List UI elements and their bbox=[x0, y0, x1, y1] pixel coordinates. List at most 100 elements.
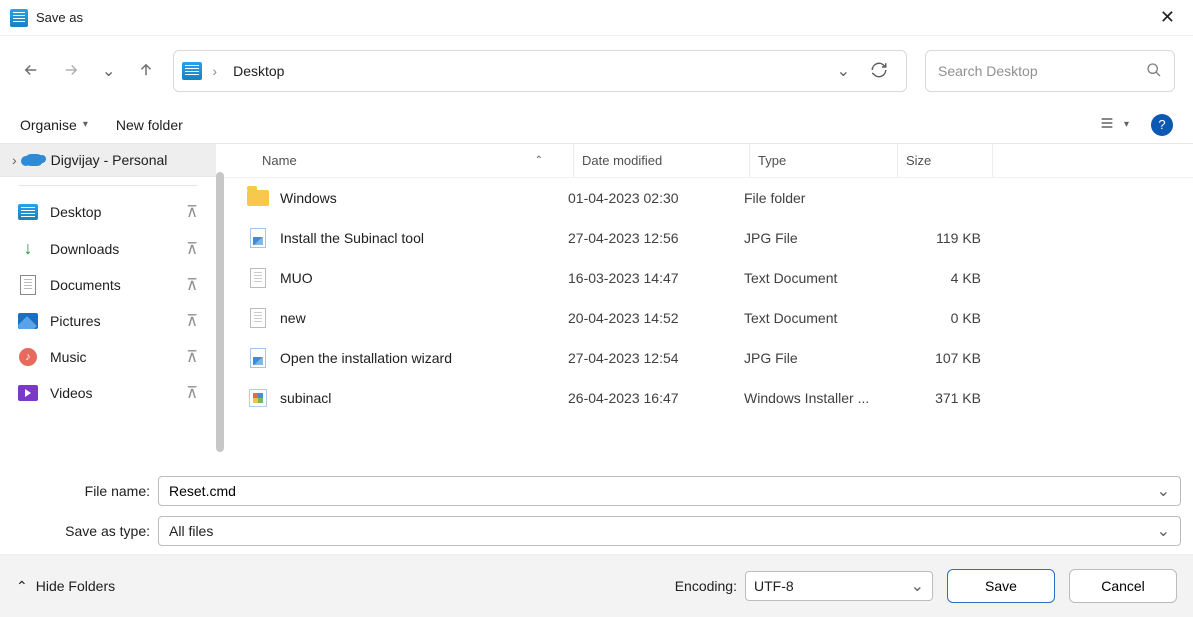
sidebar-scrollbar[interactable] bbox=[216, 172, 224, 452]
close-button[interactable]: ✕ bbox=[1152, 3, 1183, 32]
file-name: Windows bbox=[280, 190, 568, 206]
sidebar-item-label: Digvijay - Personal bbox=[51, 152, 168, 168]
pictures-icon bbox=[18, 313, 38, 329]
dialog-footer: ⌃ Hide Folders Encoding: UTF-8 ⌄ Save Ca… bbox=[0, 554, 1193, 617]
command-bar: Organise▾ New folder ▾ ? bbox=[0, 106, 1193, 144]
sidebar-quick-access: Desktop ⊼ ↓ Downloads ⊼ Documents ⊼ Pict… bbox=[0, 194, 216, 462]
column-header-name[interactable]: Name⌃ bbox=[254, 144, 574, 177]
sidebar-item-desktop[interactable]: Desktop ⊼ bbox=[0, 194, 216, 230]
sidebar-item-videos[interactable]: Videos ⊼ bbox=[0, 375, 216, 411]
file-type: Text Document bbox=[744, 270, 892, 286]
savetype-value: All files bbox=[169, 523, 1157, 539]
music-icon: ♪ bbox=[19, 348, 37, 366]
installer-file-icon bbox=[249, 389, 267, 407]
sidebar-item-onedrive[interactable]: › Digvijay - Personal bbox=[0, 144, 216, 177]
file-date: 20-04-2023 14:52 bbox=[568, 310, 744, 326]
breadcrumb-separator-icon: › bbox=[208, 61, 221, 81]
file-row[interactable]: MUO 16-03-2023 14:47 Text Document 4 KB bbox=[224, 258, 1193, 298]
column-header-type[interactable]: Type bbox=[750, 144, 898, 177]
forward-button[interactable] bbox=[62, 61, 80, 82]
file-date: 26-04-2023 16:47 bbox=[568, 390, 744, 406]
file-name: subinacl bbox=[280, 390, 568, 406]
filename-label: File name: bbox=[12, 483, 150, 499]
jpg-file-icon bbox=[250, 348, 266, 368]
savetype-field[interactable]: All files ⌄ bbox=[158, 516, 1181, 546]
save-button[interactable]: Save bbox=[947, 569, 1055, 603]
breadcrumb-desktop[interactable]: Desktop bbox=[229, 61, 288, 81]
file-rows: Windows 01-04-2023 02:30 File folder Ins… bbox=[224, 178, 1193, 462]
column-header-date[interactable]: Date modified bbox=[574, 144, 750, 177]
sidebar-item-label: Documents bbox=[50, 277, 121, 293]
onedrive-icon bbox=[25, 154, 43, 166]
hide-folders-button[interactable]: ⌃ Hide Folders bbox=[16, 578, 115, 595]
help-button[interactable]: ? bbox=[1151, 114, 1173, 136]
list-view-icon bbox=[1098, 115, 1116, 134]
chevron-down-icon: ▾ bbox=[1124, 119, 1129, 130]
file-type: JPG File bbox=[744, 350, 892, 366]
file-type: Text Document bbox=[744, 310, 892, 326]
sidebar: › Digvijay - Personal Desktop ⊼ ↓ Downlo… bbox=[0, 144, 216, 462]
file-size: 0 KB bbox=[892, 310, 987, 326]
chevron-down-icon[interactable]: ⌄ bbox=[1157, 481, 1170, 501]
view-options-button[interactable]: ▾ bbox=[1098, 115, 1129, 134]
jpg-file-icon bbox=[250, 228, 266, 248]
sidebar-item-downloads[interactable]: ↓ Downloads ⊼ bbox=[0, 230, 216, 267]
search-box[interactable] bbox=[925, 50, 1175, 92]
title-bar: Save as ✕ bbox=[0, 0, 1193, 36]
address-dropdown-button[interactable]: ⌄ bbox=[827, 55, 860, 87]
file-date: 01-04-2023 02:30 bbox=[568, 190, 744, 206]
encoding-label: Encoding: bbox=[675, 578, 737, 594]
new-folder-button[interactable]: New folder bbox=[116, 117, 183, 133]
file-date: 27-04-2023 12:54 bbox=[568, 350, 744, 366]
encoding-value: UTF-8 bbox=[754, 578, 794, 594]
filename-field[interactable]: ⌄ bbox=[158, 476, 1181, 506]
file-type: Windows Installer ... bbox=[744, 390, 892, 406]
hide-folders-label: Hide Folders bbox=[36, 578, 115, 594]
search-input[interactable] bbox=[938, 63, 1146, 79]
sidebar-item-documents[interactable]: Documents ⊼ bbox=[0, 267, 216, 303]
videos-icon bbox=[18, 385, 38, 401]
window-title: Save as bbox=[36, 10, 1152, 25]
location-icon bbox=[182, 62, 202, 80]
savetype-label: Save as type: bbox=[12, 523, 150, 539]
file-row[interactable]: Open the installation wizard 27-04-2023 … bbox=[224, 338, 1193, 378]
organise-button[interactable]: Organise▾ bbox=[20, 117, 88, 133]
recent-locations-button[interactable]: ⌄ bbox=[102, 61, 115, 81]
text-file-icon bbox=[250, 308, 266, 328]
file-size: 4 KB bbox=[892, 270, 987, 286]
file-size: 119 KB bbox=[892, 230, 987, 246]
file-row[interactable]: subinacl 26-04-2023 16:47 Windows Instal… bbox=[224, 378, 1193, 418]
sidebar-item-label: Downloads bbox=[50, 241, 119, 257]
file-name: new bbox=[280, 310, 568, 326]
column-header-size[interactable]: Size bbox=[898, 144, 993, 177]
file-row[interactable]: Windows 01-04-2023 02:30 File folder bbox=[224, 178, 1193, 218]
nav-buttons: ⌄ bbox=[22, 61, 155, 82]
refresh-button[interactable] bbox=[860, 55, 898, 88]
desktop-icon bbox=[18, 204, 38, 220]
downloads-icon: ↓ bbox=[24, 238, 33, 259]
app-icon bbox=[10, 9, 28, 27]
chevron-down-icon[interactable]: ⌄ bbox=[1157, 521, 1170, 541]
up-button[interactable] bbox=[137, 61, 155, 82]
file-name: Install the Subinacl tool bbox=[280, 230, 568, 246]
folder-icon bbox=[247, 190, 269, 206]
documents-icon bbox=[20, 275, 36, 295]
sidebar-item-music[interactable]: ♪ Music ⊼ bbox=[0, 339, 216, 375]
sidebar-divider bbox=[18, 185, 198, 186]
sidebar-item-label: Music bbox=[50, 349, 87, 365]
pin-icon: ⊼ bbox=[186, 347, 198, 367]
filename-input[interactable] bbox=[169, 483, 1157, 499]
file-date: 27-04-2023 12:56 bbox=[568, 230, 744, 246]
sort-indicator-icon: ⌃ bbox=[535, 155, 543, 166]
encoding-select[interactable]: UTF-8 ⌄ bbox=[745, 571, 933, 601]
back-button[interactable] bbox=[22, 61, 40, 82]
sidebar-item-label: Desktop bbox=[50, 204, 101, 220]
file-row[interactable]: new 20-04-2023 14:52 Text Document 0 KB bbox=[224, 298, 1193, 338]
cancel-button[interactable]: Cancel bbox=[1069, 569, 1177, 603]
chevron-right-icon: › bbox=[12, 152, 17, 168]
file-row[interactable]: Install the Subinacl tool 27-04-2023 12:… bbox=[224, 218, 1193, 258]
sidebar-item-pictures[interactable]: Pictures ⊼ bbox=[0, 303, 216, 339]
address-bar[interactable]: › Desktop ⌄ bbox=[173, 50, 907, 92]
file-name: MUO bbox=[280, 270, 568, 286]
text-file-icon bbox=[250, 268, 266, 288]
